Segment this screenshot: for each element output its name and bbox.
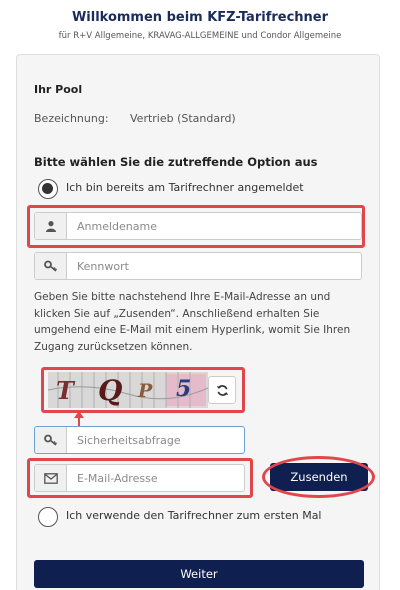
captcha-char: 5 — [176, 376, 192, 402]
envelope-icon — [35, 465, 67, 491]
continue-button[interactable]: Weiter — [34, 560, 364, 588]
email-input[interactable] — [67, 465, 244, 491]
refresh-icon — [216, 384, 228, 396]
password-group — [34, 252, 362, 280]
designation-value: Vertrieb (Standard) — [130, 112, 236, 125]
captcha-char: T — [56, 376, 74, 405]
username-group — [34, 212, 362, 240]
radio-registered[interactable] — [38, 179, 58, 199]
radio-first-time[interactable] — [38, 507, 58, 527]
page-title: Willkommen beim KFZ-Tarifrechner — [71, 10, 329, 25]
pool-heading: Ihr Pool — [34, 83, 83, 96]
radio-first-time-label[interactable]: Ich verwende den Tarifrechner zum ersten… — [66, 509, 322, 522]
security-group — [34, 426, 245, 454]
page-subtitle: für R+V Allgemeine, KRAVAG-ALLGEMEINE un… — [58, 31, 342, 41]
email-group — [34, 464, 245, 492]
key-icon — [35, 427, 67, 453]
send-button[interactable]: Zusenden — [270, 463, 368, 491]
username-input[interactable] — [67, 213, 361, 239]
key-icon — [35, 253, 67, 279]
password-input[interactable] — [67, 253, 361, 279]
captcha-char: P — [138, 380, 153, 402]
captcha-refresh-button[interactable] — [208, 376, 236, 404]
user-icon — [35, 213, 67, 239]
captcha-char: Q — [98, 374, 123, 407]
reset-info-text: Geben Sie bitte nachstehend Ihre E-Mail-… — [34, 291, 351, 353]
radio-registered-label[interactable]: Ich bin bereits am Tarifrechner angemeld… — [66, 181, 304, 194]
captcha-image: T Q P 5 — [48, 372, 208, 408]
security-input[interactable] — [67, 427, 244, 453]
designation-label: Bezeichnung: — [34, 112, 109, 125]
option-heading: Bitte wählen Sie die zutreffende Option … — [34, 155, 318, 169]
